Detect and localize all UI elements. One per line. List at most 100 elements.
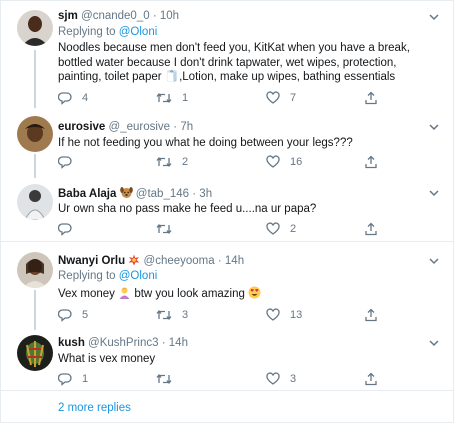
tweet-header: eurosive @_eurosive · 7h bbox=[58, 120, 193, 134]
display-name[interactable]: sjm bbox=[58, 10, 78, 22]
retweet-icon bbox=[156, 92, 172, 104]
tweet-nwanyi-orlu[interactable]: Nwanyi Orlu @cheeyooma · 14h Replying to… bbox=[0, 242, 454, 327]
heart-icon bbox=[266, 308, 280, 321]
reply-button[interactable]: 4 bbox=[58, 90, 88, 106]
like-count: 2 bbox=[290, 223, 297, 235]
avatar[interactable] bbox=[17, 184, 53, 220]
avatar[interactable] bbox=[17, 335, 53, 371]
replying-mention[interactable]: @Oloni bbox=[119, 26, 158, 38]
tweet-kush[interactable]: kush @KushPrinc3 · 14h What is vex money… bbox=[0, 327, 454, 391]
share-button[interactable] bbox=[364, 90, 378, 106]
share-icon bbox=[365, 308, 377, 322]
retweet-button[interactable] bbox=[156, 221, 182, 237]
display-name[interactable]: eurosive bbox=[58, 121, 105, 133]
retweet-icon bbox=[156, 373, 172, 385]
display-name[interactable]: kush bbox=[58, 337, 85, 349]
like-count: 16 bbox=[290, 156, 303, 168]
display-name[interactable]: Baba Alaja bbox=[58, 188, 116, 200]
separator-dot: · bbox=[173, 121, 178, 133]
heart-icon bbox=[266, 91, 280, 104]
thread-connector bbox=[34, 50, 36, 108]
avatar[interactable] bbox=[17, 116, 53, 152]
share-icon bbox=[365, 91, 377, 105]
user-handle[interactable]: @KushPrinc3 bbox=[88, 337, 158, 349]
retweet-icon bbox=[156, 309, 172, 321]
avatar[interactable] bbox=[17, 10, 53, 46]
retweet-button[interactable]: 2 bbox=[156, 154, 188, 170]
reply-button[interactable] bbox=[58, 154, 82, 170]
tweet-text-part: btw you look amazing bbox=[134, 288, 245, 300]
share-button[interactable] bbox=[364, 221, 378, 237]
timestamp[interactable]: 7h bbox=[180, 121, 193, 133]
timestamp[interactable]: 3h bbox=[199, 188, 212, 200]
reply-button[interactable] bbox=[58, 221, 82, 237]
reply-button[interactable]: 1 bbox=[58, 371, 88, 387]
tweet-actions: 2 bbox=[58, 221, 388, 237]
like-count: 13 bbox=[290, 309, 303, 321]
user-handle[interactable]: @_eurosive bbox=[109, 121, 171, 133]
like-button[interactable]: 13 bbox=[266, 307, 302, 323]
tweet-text: Ur own sha no pass make he feed u....na … bbox=[58, 203, 317, 215]
tweet-baba-alaja[interactable]: Baba Alaja @tab_146 · 3h Ur own sha no p… bbox=[0, 174, 454, 242]
timestamp[interactable]: 10h bbox=[160, 10, 179, 22]
share-icon bbox=[365, 222, 377, 236]
reply-icon bbox=[58, 92, 72, 105]
chevron-down-icon[interactable] bbox=[428, 255, 440, 267]
share-button[interactable] bbox=[364, 307, 378, 323]
separator-dot: · bbox=[192, 188, 197, 200]
reply-icon bbox=[58, 156, 72, 169]
separator-dot: · bbox=[152, 10, 157, 22]
tweet-text: Vex money btw you look amazing bbox=[58, 286, 436, 302]
like-button[interactable]: 16 bbox=[266, 154, 302, 170]
chevron-down-icon[interactable] bbox=[428, 187, 440, 199]
like-button[interactable]: 2 bbox=[266, 221, 296, 237]
replying-mention[interactable]: @Oloni bbox=[119, 270, 158, 282]
like-button[interactable]: 3 bbox=[266, 371, 296, 387]
show-more-replies-link[interactable]: 2 more replies bbox=[58, 402, 131, 414]
reply-button[interactable]: 5 bbox=[58, 307, 88, 323]
replying-label: Replying to bbox=[58, 26, 116, 38]
tweet-text: If he not feeding you what he doing betw… bbox=[58, 137, 353, 149]
display-name[interactable]: Nwanyi Orlu bbox=[58, 255, 125, 267]
tweet-actions: 1 3 bbox=[58, 371, 388, 387]
chevron-down-icon[interactable] bbox=[428, 11, 440, 23]
like-count: 7 bbox=[290, 92, 297, 104]
heart-icon bbox=[266, 222, 280, 235]
separator-dot: · bbox=[217, 255, 222, 267]
tweet-actions: 5 3 13 bbox=[58, 307, 388, 323]
tweet-header: sjm @cnande0_0 · 10h bbox=[58, 9, 179, 23]
tweet-header: Nwanyi Orlu @cheeyooma · 14h bbox=[58, 254, 244, 268]
chevron-down-icon[interactable] bbox=[428, 121, 440, 133]
retweet-count: 3 bbox=[182, 309, 189, 321]
tweet-text-part: Vex money bbox=[58, 288, 115, 300]
tweet-header: Baba Alaja @tab_146 · 3h bbox=[58, 186, 212, 201]
tweet-eurosive[interactable]: eurosive @_eurosive · 7h If he not feedi… bbox=[0, 108, 454, 174]
reply-count: 1 bbox=[82, 373, 89, 385]
retweet-icon bbox=[156, 156, 172, 168]
chevron-down-icon[interactable] bbox=[428, 337, 440, 349]
reply-icon bbox=[58, 223, 72, 236]
heart-icon bbox=[266, 372, 280, 385]
user-handle[interactable]: @tab_146 bbox=[136, 188, 189, 200]
reply-count: 5 bbox=[82, 309, 89, 321]
user-handle[interactable]: @cheeyooma bbox=[144, 255, 215, 267]
share-button[interactable] bbox=[364, 154, 378, 170]
share-button[interactable] bbox=[364, 371, 378, 387]
retweet-button[interactable]: 3 bbox=[156, 307, 188, 323]
tweet-header: kush @KushPrinc3 · 14h bbox=[58, 336, 188, 350]
reply-icon bbox=[58, 373, 72, 386]
like-button[interactable]: 7 bbox=[266, 90, 296, 106]
reply-count: 4 bbox=[82, 92, 89, 104]
tweet-actions: 4 1 7 bbox=[58, 90, 388, 106]
retweet-button[interactable] bbox=[156, 371, 182, 387]
timestamp[interactable]: 14h bbox=[225, 255, 244, 267]
retweet-button[interactable]: 1 bbox=[156, 90, 188, 106]
tweet-sjm[interactable]: sjm @cnande0_0 · 10h Replying to @Oloni … bbox=[0, 0, 454, 108]
replying-to-line: Replying to @Oloni bbox=[58, 269, 157, 283]
tweet-text: What is vex money bbox=[58, 353, 156, 365]
timestamp[interactable]: 14h bbox=[169, 337, 188, 349]
share-icon bbox=[365, 372, 377, 386]
avatar[interactable] bbox=[17, 252, 53, 288]
user-handle[interactable]: @cnande0_0 bbox=[81, 10, 150, 22]
tweet-actions: 2 16 bbox=[58, 154, 388, 170]
